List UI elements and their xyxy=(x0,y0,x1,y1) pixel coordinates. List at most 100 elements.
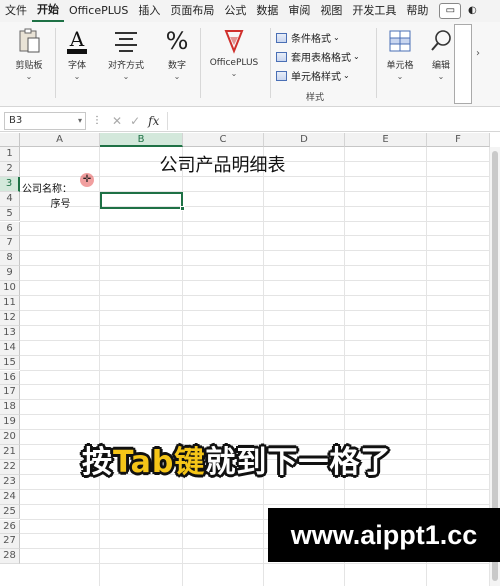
row-header-4[interactable]: 4 xyxy=(0,191,20,207)
row-gridline xyxy=(20,265,490,267)
number-label: 数字 xyxy=(167,61,186,71)
table-format-button[interactable]: 套用表格格式 ⌄ xyxy=(276,47,360,66)
confirm-icon[interactable]: ✓ xyxy=(130,114,140,128)
column-header-b[interactable]: B xyxy=(100,133,183,147)
row-header-11[interactable]: 11 xyxy=(0,296,20,311)
row-header-15[interactable]: 15 xyxy=(0,355,20,371)
select-all-corner[interactable] xyxy=(0,133,20,147)
officeplus-button[interactable]: OfficePLUS ⌄ xyxy=(205,26,263,78)
column-header-c[interactable]: C xyxy=(183,133,264,147)
chevron-down-icon: ⌄ xyxy=(25,72,33,81)
ribbon-scroll-box[interactable] xyxy=(454,24,472,104)
row-header-20[interactable]: 20 xyxy=(0,430,20,445)
row-header-24[interactable]: 24 xyxy=(0,489,20,505)
menu-data[interactable]: 数据 xyxy=(251,0,283,22)
menu-home[interactable]: 开始 xyxy=(32,0,64,22)
column-header-e[interactable]: E xyxy=(345,133,427,147)
row-gridline xyxy=(20,354,490,356)
cells-label: 单元格 xyxy=(386,61,414,71)
share-icon[interactable]: ◐ xyxy=(465,3,479,19)
row-header-23[interactable]: 23 xyxy=(0,474,20,490)
svg-text:A: A xyxy=(69,27,85,51)
comment-icon[interactable]: ▭ xyxy=(439,3,462,19)
watermark: www.aippt1.cc xyxy=(268,508,500,562)
active-cell-b3[interactable] xyxy=(100,192,185,211)
row-header-3[interactable]: 3 xyxy=(0,176,20,192)
row-header-14[interactable]: 14 xyxy=(0,340,20,356)
serial-number-header-cell[interactable]: 序号 xyxy=(20,195,101,210)
row-header-6[interactable]: 6 xyxy=(0,221,20,237)
row-header-18[interactable]: 18 xyxy=(0,400,20,416)
edit-button[interactable]: 编辑 ⌄ xyxy=(426,26,456,81)
row-header-10[interactable]: 10 xyxy=(0,281,20,296)
chevron-down-icon: ⌄ xyxy=(173,72,181,81)
font-color-icon: A xyxy=(58,26,96,56)
row-header-9[interactable]: 9 xyxy=(0,266,20,282)
row-header-12[interactable]: 12 xyxy=(0,310,20,326)
table-format-label: 套用表格格式 xyxy=(291,53,351,64)
clipboard-label: 剪贴板 xyxy=(15,61,43,71)
row-header-26[interactable]: 26 xyxy=(0,519,20,535)
caption-segment: Tab xyxy=(113,445,175,480)
menu-page-layout[interactable]: 页面布局 xyxy=(165,0,219,22)
row-gridline xyxy=(20,339,490,341)
caption-segment: 键 xyxy=(174,445,206,480)
chevron-down-icon: ⌄ xyxy=(437,72,445,81)
row-header-22[interactable]: 22 xyxy=(0,459,20,475)
chevron-down-icon: ⌄ xyxy=(333,33,340,42)
number-button[interactable]: % 数字 ⌄ xyxy=(158,26,196,81)
menu-formulas[interactable]: 公式 xyxy=(219,0,251,22)
row-header-28[interactable]: 28 xyxy=(0,549,20,565)
row-gridline xyxy=(20,563,490,565)
align-button[interactable]: 对齐方式 ⌄ xyxy=(104,26,148,81)
menu-insert[interactable]: 插入 xyxy=(133,0,165,22)
row-header-25[interactable]: 25 xyxy=(0,504,20,520)
font-label: 字体 xyxy=(67,61,86,71)
more-icon: ⋮ xyxy=(92,115,102,126)
column-header-d[interactable]: D xyxy=(264,133,345,147)
fill-handle[interactable] xyxy=(180,206,185,211)
row-header-8[interactable]: 8 xyxy=(0,251,20,267)
formula-bar: B3 ▾ ⋮ ✕ ✓ fx xyxy=(0,110,500,132)
cell-style-label: 单元格样式 xyxy=(291,72,341,83)
insert-function-icon[interactable]: fx xyxy=(148,114,159,128)
cancel-icon[interactable]: ✕ xyxy=(112,114,122,128)
row-gridline xyxy=(20,429,490,431)
row-header-2[interactable]: 2 xyxy=(0,161,20,177)
cell-style-button[interactable]: 单元格样式 ⌄ xyxy=(276,66,360,85)
menu-help[interactable]: 帮助 xyxy=(401,0,433,22)
row-header-21[interactable]: 21 xyxy=(0,445,20,460)
conditional-format-button[interactable]: 条件格式 ⌄ xyxy=(276,28,360,47)
menu-view[interactable]: 视图 xyxy=(315,0,347,22)
menu-review[interactable]: 审阅 xyxy=(283,0,315,22)
align-label: 对齐方式 xyxy=(107,61,144,71)
row-header-13[interactable]: 13 xyxy=(0,325,20,341)
menu-officeplus[interactable]: OfficePLUS xyxy=(64,0,133,22)
font-button[interactable]: A 字体 ⌄ xyxy=(58,26,96,81)
formula-input[interactable] xyxy=(167,111,500,130)
row-gridline xyxy=(20,250,490,252)
name-box[interactable]: B3 ▾ xyxy=(4,111,86,130)
row-header-17[interactable]: 17 xyxy=(0,385,20,401)
name-box-value: B3 xyxy=(9,114,23,126)
cells-button[interactable]: 单元格 ⌄ xyxy=(380,26,420,81)
row-header-7[interactable]: 7 xyxy=(0,236,20,252)
paste-button[interactable]: 剪贴板 ⌄ xyxy=(10,26,48,81)
row-header-1[interactable]: 1 xyxy=(0,147,20,162)
officeplus-label: OfficePLUS xyxy=(209,58,259,68)
excel-window: 文件 开始 OfficePLUS 插入 页面布局 公式 数据 审阅 视图 开发工… xyxy=(0,0,500,586)
row-header-5[interactable]: 5 xyxy=(0,206,20,222)
sheet-title-cell[interactable]: 公司产品明细表 xyxy=(100,151,345,177)
chevron-right-icon[interactable]: › xyxy=(476,48,480,59)
company-name-label-cell[interactable]: 公司名称： xyxy=(22,180,72,195)
column-header-a[interactable]: A xyxy=(20,133,100,147)
row-header-27[interactable]: 27 xyxy=(0,534,20,550)
percent-icon: % xyxy=(165,27,189,55)
menu-developer[interactable]: 开发工具 xyxy=(347,0,401,22)
chevron-down-icon[interactable]: ▾ xyxy=(78,113,82,129)
menu-file[interactable]: 文件 xyxy=(0,0,32,22)
row-header-16[interactable]: 16 xyxy=(0,370,20,386)
column-gridline xyxy=(263,147,264,586)
row-header-19[interactable]: 19 xyxy=(0,415,20,431)
column-header-f[interactable]: F xyxy=(427,133,490,147)
